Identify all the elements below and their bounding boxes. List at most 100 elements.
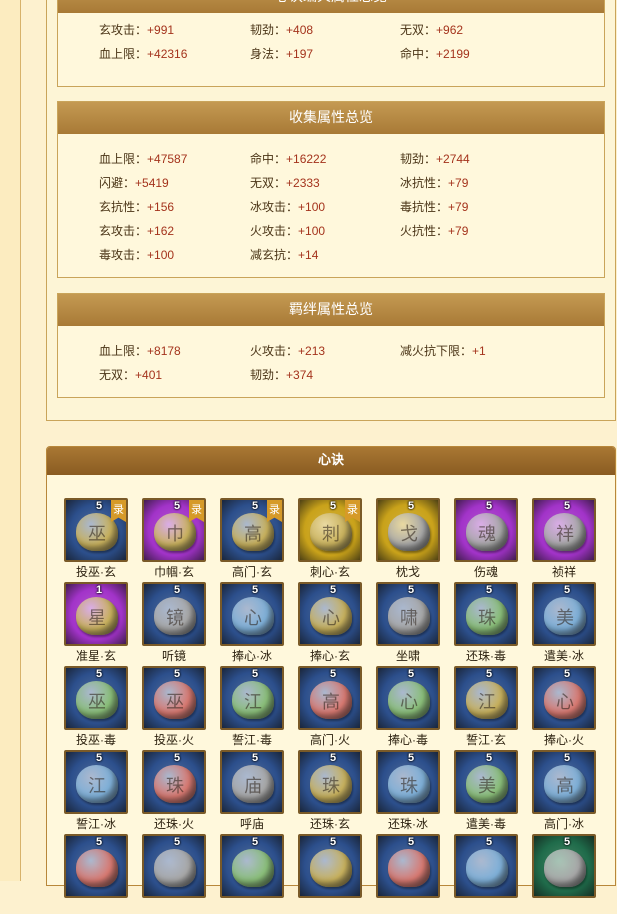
xinjue-item[interactable]: 5 [376,834,440,914]
xinjue-item[interactable]: 镜 5 听镜 [142,582,206,663]
rune-glyph-icon: 刺 [322,524,340,545]
xinjue-item[interactable]: 5 [532,834,596,914]
level-number: 5 [173,836,181,848]
xinjue-item[interactable]: 心 5 捧心·冰 [220,582,284,663]
xinjue-item[interactable]: 高 5 录高门·玄 [220,498,284,579]
xinjue-icon: 庙5 [220,750,284,814]
level-number: 1 [95,584,103,596]
attribute-label: 韧劲： [400,152,437,166]
xinjue-item[interactable]: 5 [64,834,128,914]
xinjue-item-name: 捧心·毒 [388,733,428,747]
stone-icon [466,849,508,887]
xinjue-item[interactable]: 珠 5 还珠·玄 [298,750,362,831]
xinjue-icon: 5 [376,834,440,898]
level-number: 5 [407,500,415,512]
attribute-label: 减火抗下限： [400,344,473,358]
xinjue-item[interactable]: 巫 5 投巫·毒 [64,666,128,747]
attribute-entry: 血上限：+47587 [99,150,187,167]
record-badge: 录 [111,500,126,522]
xinjue-item[interactable]: 星 1 准星·玄 [64,582,128,663]
xinjue-item[interactable]: 心 5 捧心·火 [532,666,596,747]
level-number: 5 [563,752,571,764]
xinjue-item[interactable]: 高 5 高门·冰 [532,750,596,831]
attribute-section: 羁绊属性总览 血上限：+8178 火攻击：+213 减火抗下限：+1 无双：+401 韧劲… [57,293,605,398]
xinjue-item[interactable]: 高 5 高门·火 [298,666,362,747]
xinjue-item-name: 还珠·毒 [466,649,506,663]
attribute-value: +213 [298,344,326,358]
attribute-entry: 火攻击：+213 [250,342,325,359]
attribute-value: +2333 [286,176,320,190]
xinjue-item[interactable]: 戈 5 枕戈 [376,498,440,579]
xinjue-item-name: 誓江·玄 [466,733,506,747]
xinjue-item[interactable]: 巫 5 投巫·火 [142,666,206,747]
xinjue-item[interactable]: 珠 5 还珠·冰 [376,750,440,831]
level-number: 5 [95,752,103,764]
attribute-label: 命中： [400,47,437,61]
xinjue-item[interactable]: 江 5 誓江·玄 [454,666,518,747]
xinjue-item[interactable]: 心 5 捧心·毒 [376,666,440,747]
attribute-entry: 火抗性：+79 [400,222,468,239]
attribute-entry: 冰抗性：+79 [400,174,468,191]
attribute-entry: 冰攻击：+100 [250,198,325,215]
xinjue-item-name: 捧心·火 [544,733,584,747]
xinjue-icon: 戈5 [376,498,440,562]
xinjue-item[interactable]: 庙 5 呼庙 [220,750,284,831]
xinjue-icon: 珠5 [454,582,518,646]
xinjue-item[interactable]: 心 5 捧心·玄 [298,582,362,663]
xinjue-item[interactable]: 5 [298,834,362,914]
attribute-entry: 无双：+2333 [250,174,320,191]
xinjue-item[interactable]: 5 [220,834,284,914]
level-number: 5 [485,500,493,512]
xinjue-item[interactable]: 珠 5 还珠·火 [142,750,206,831]
xinjue-item[interactable]: 啸 5 坐啸 [376,582,440,663]
xinjue-item-name: 坐啸 [395,649,420,663]
rune-glyph-icon: 心 [322,608,340,629]
xinjue-item[interactable]: 江 5 誓江·毒 [220,666,284,747]
xinjue-item[interactable]: 5 [454,834,518,914]
attribute-label: 韧劲： [250,368,287,382]
attribute-value: +962 [436,23,464,37]
attribute-value: +8178 [147,344,181,358]
level-number: 5 [329,836,337,848]
attribute-entry: 命中：+2199 [400,45,470,62]
xinjue-item[interactable]: 5 [142,834,206,914]
xinjue-item[interactable]: 魂 5 伤魂 [454,498,518,579]
attribute-section-title: 收集属性总览 [58,102,604,134]
attribute-entry: 减玄抗：+14 [250,246,318,263]
level-number: 5 [563,584,571,596]
level-number: 5 [329,668,337,680]
xinjue-item[interactable]: 巾 5 录巾帼·玄 [142,498,206,579]
xinjue-item[interactable]: 江 5 誓江·冰 [64,750,128,831]
xinjue-item[interactable]: 祥 5 祯祥 [532,498,596,579]
attribute-entry: 无双：+401 [99,366,162,383]
attribute-label: 玄攻击： [99,23,148,37]
attribute-entry: 命中：+16222 [250,150,326,167]
rune-glyph-icon: 高 [322,692,340,713]
xinjue-item-name: 捧心·冰 [232,649,272,663]
xinjue-item[interactable]: 美 5 遣美·毒 [454,750,518,831]
level-number: 5 [95,836,103,848]
record-badge: 录 [345,500,360,522]
xinjue-icon: 美5 [454,750,518,814]
xinjue-item[interactable]: 刺 5 录刺心·玄 [298,498,362,579]
xinjue-item-name: 高门·火 [310,733,350,747]
level-number: 5 [251,500,259,512]
level-number: 5 [173,500,181,512]
xinjue-item-name: 遣美·冰 [544,649,584,663]
attribute-entry: 韧劲：+408 [250,21,313,38]
xinjue-item-name: 枕戈 [395,565,420,579]
attribute-value: +14 [298,248,319,262]
xinjue-item[interactable]: 美 5 遣美·冰 [532,582,596,663]
level-number: 5 [95,668,103,680]
level-number: 5 [407,836,415,848]
attribute-entry: 血上限：+42316 [99,45,187,62]
xinjue-icon: 心5 [376,666,440,730]
attribute-value: +100 [147,248,175,262]
xinjue-icon: 珠5 [298,750,362,814]
xinjue-item[interactable]: 珠 5 还珠·毒 [454,582,518,663]
attribute-label: 无双： [250,176,287,190]
xinjue-item[interactable]: 巫 5 录投巫·玄 [64,498,128,579]
rune-glyph-icon: 江 [88,776,106,797]
rune-glyph-icon: 戈 [400,524,418,545]
level-number: 5 [563,500,571,512]
